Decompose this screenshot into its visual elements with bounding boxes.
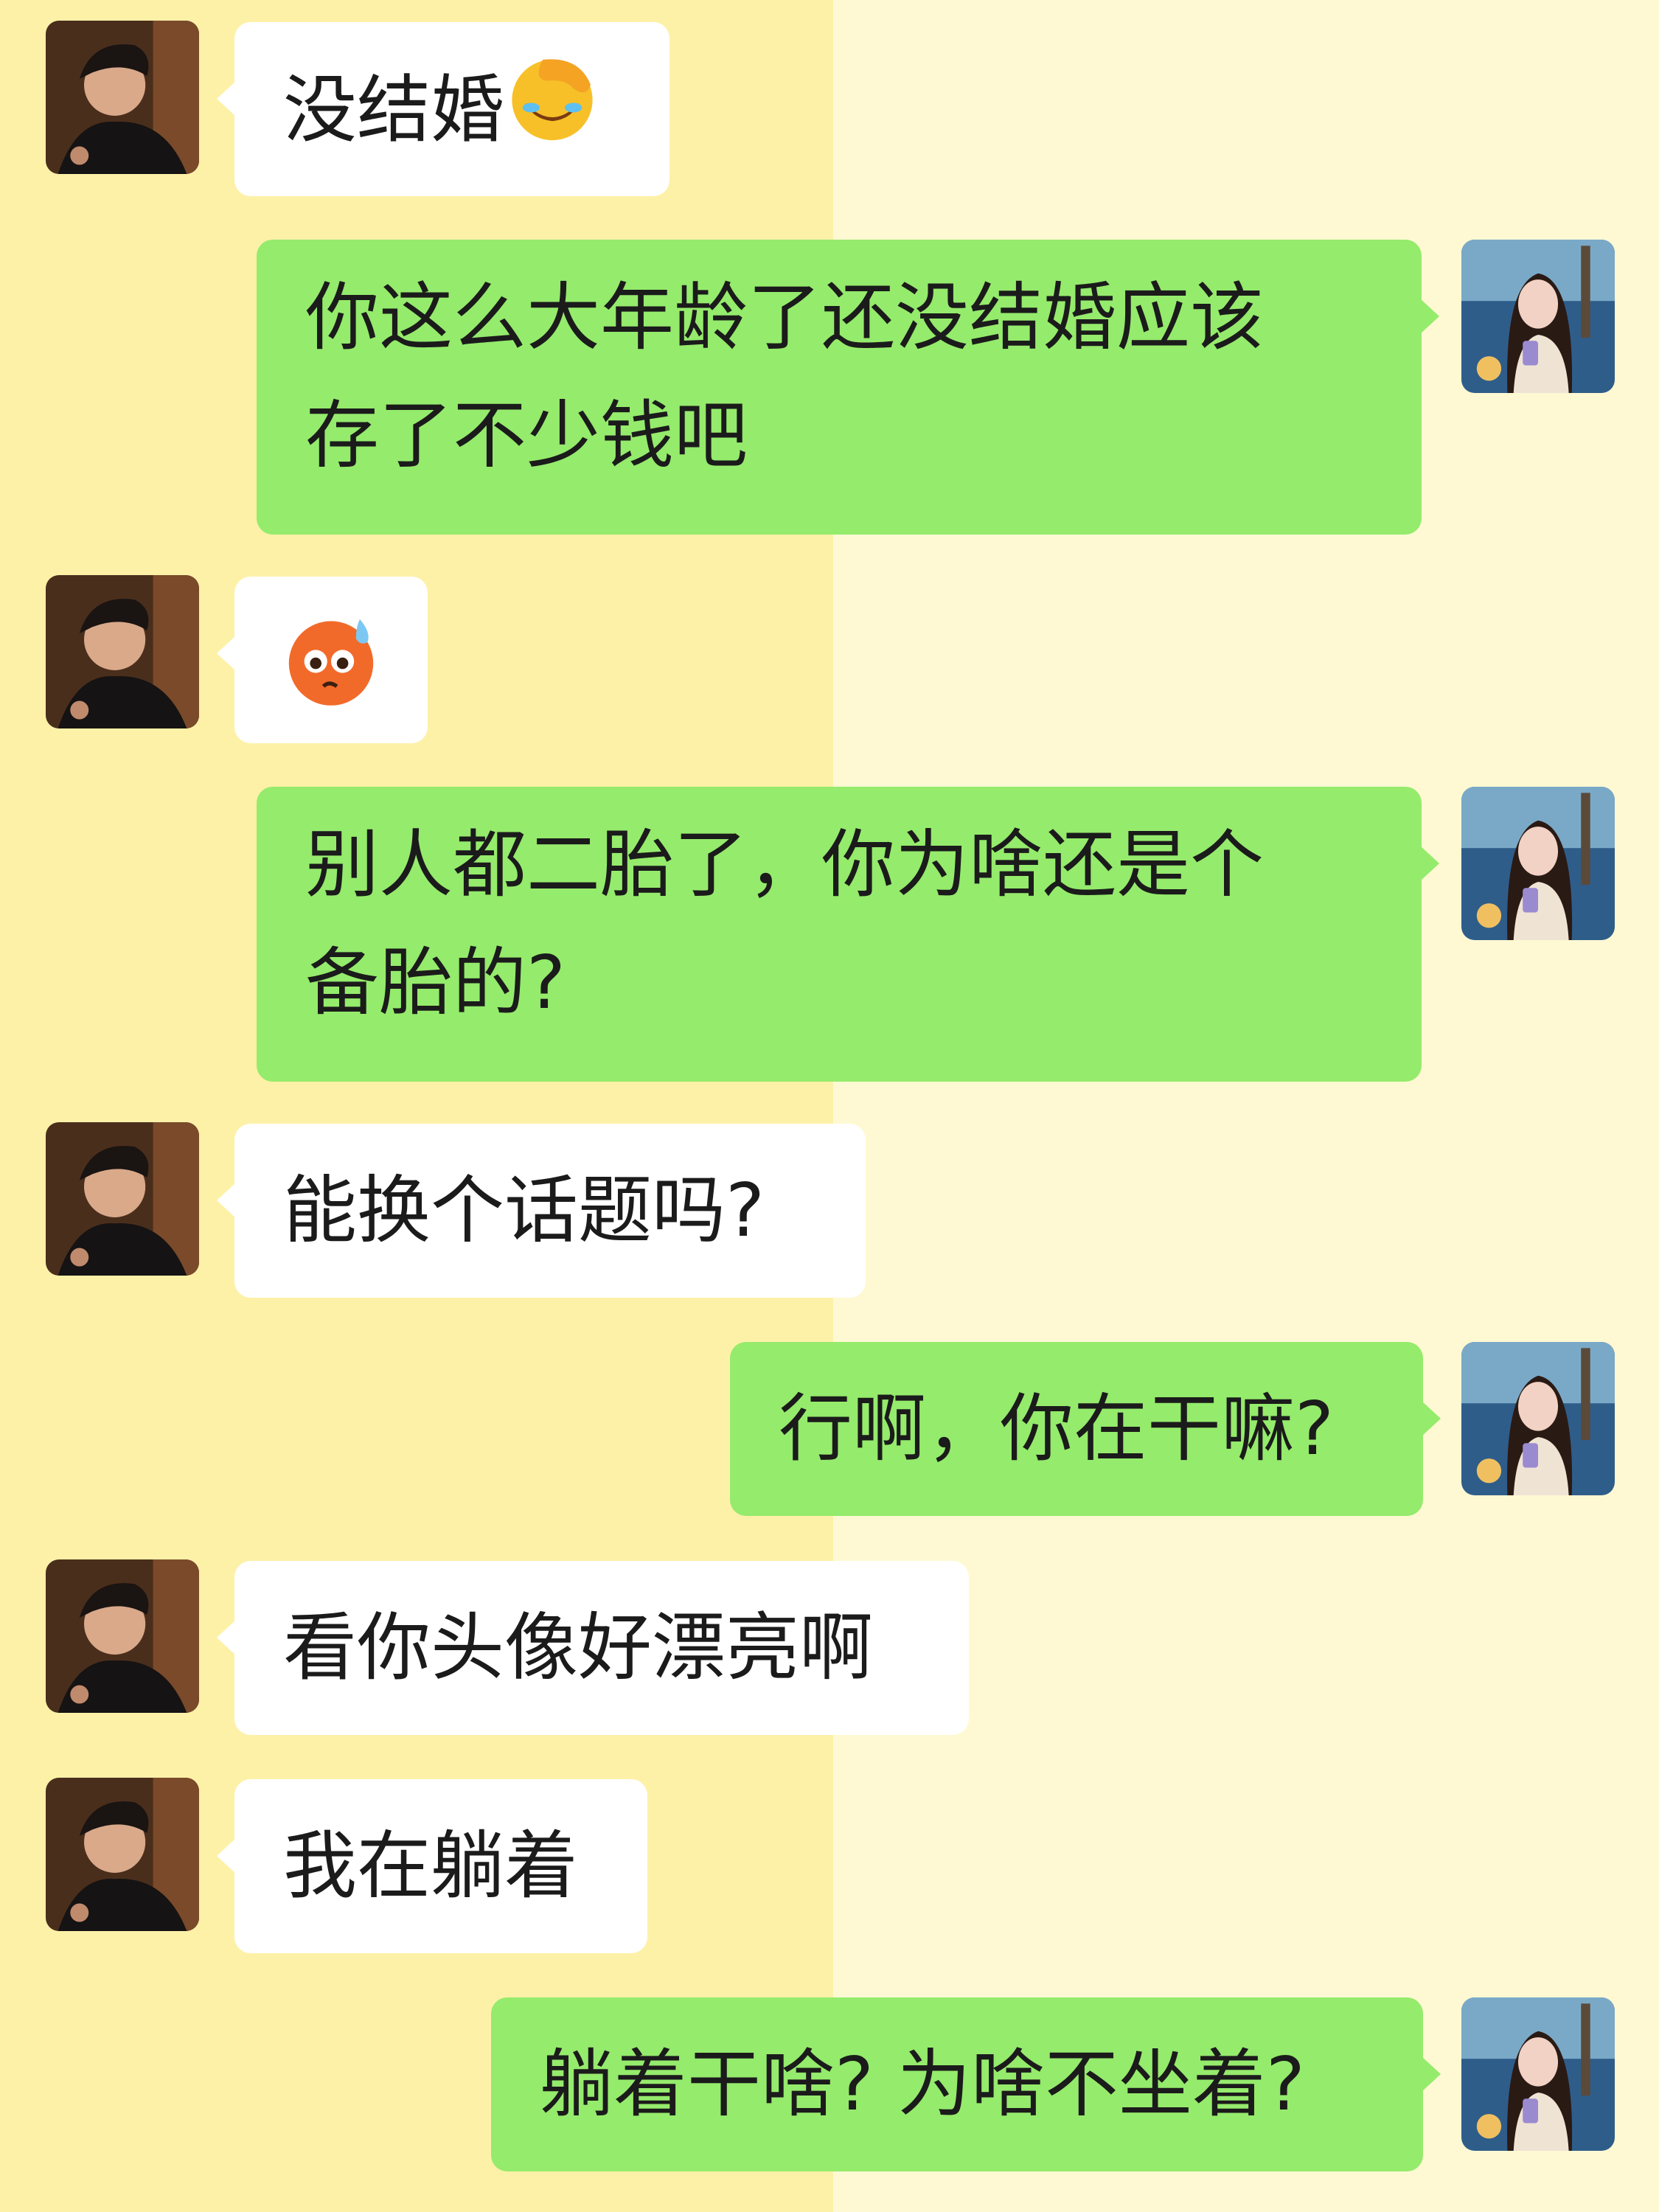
message-bubble-outgoing: 行啊，你在干嘛? <box>730 1342 1441 1516</box>
self-avatar[interactable] <box>1461 787 1615 940</box>
message-bubble-incoming: 没结婚 <box>217 22 669 196</box>
message-bubble-incoming <box>217 577 428 743</box>
message-bubble-outgoing: 躺着干啥? 为啥不坐着? <box>491 1997 1441 2171</box>
message-text-line: 存了不少钱吧 <box>305 392 748 479</box>
message-text: 看你头像好漂亮啊 <box>283 1604 873 1691</box>
self-avatar[interactable] <box>1461 1997 1615 2151</box>
message-bubble-incoming: 我在躺着 <box>217 1779 647 1953</box>
message-bubble-outgoing: 别人都二胎了，你为啥还是个 备胎的? <box>257 787 1439 1082</box>
contact-avatar[interactable] <box>46 575 199 728</box>
contact-avatar[interactable] <box>46 21 199 174</box>
message-text: 没结婚 <box>283 66 504 153</box>
message-text: 躺着干啥? 为啥不坐着? <box>540 2041 1305 2127</box>
flushed-sweat-emoji <box>283 613 379 743</box>
message-bubble-incoming: 看你头像好漂亮啊 <box>217 1561 969 1735</box>
face-palm-laughing-emoji <box>504 50 600 180</box>
contact-avatar[interactable] <box>46 1778 199 1931</box>
message-text: 行啊，你在干嘛? <box>779 1385 1335 1472</box>
self-avatar[interactable] <box>1461 1342 1615 1495</box>
message-text-line: 别人都二胎了，你为啥还是个 <box>305 821 1264 908</box>
message-text-line: 你这么大年龄了还没结婚应该 <box>305 274 1264 361</box>
message-text: 能换个话题吗? <box>283 1167 765 1253</box>
message-text: 我在躺着 <box>283 1823 578 1909</box>
contact-avatar[interactable] <box>46 1559 199 1713</box>
message-bubble-outgoing: 你这么大年龄了还没结婚应该 存了不少钱吧 <box>257 240 1439 535</box>
message-text-line: 备胎的? <box>305 939 566 1026</box>
contact-avatar[interactable] <box>46 1122 199 1276</box>
message-bubble-incoming: 能换个话题吗? <box>217 1124 866 1298</box>
self-avatar[interactable] <box>1461 240 1615 393</box>
